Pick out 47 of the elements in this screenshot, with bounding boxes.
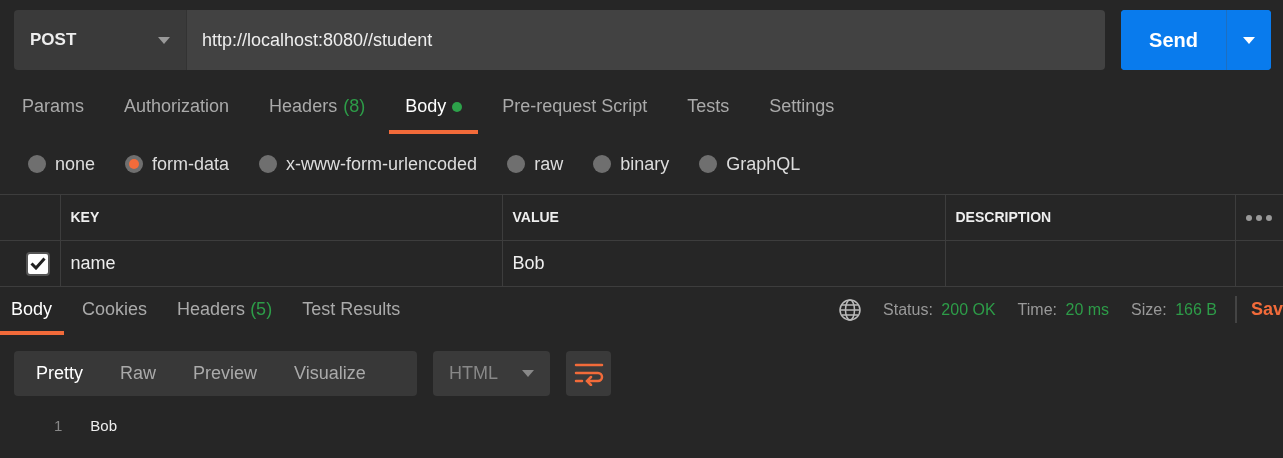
line-number: 1 (54, 416, 63, 436)
table-cell: name (70, 253, 116, 273)
meta-label: Time: (1017, 299, 1057, 320)
request-tab[interactable]: Authorization (108, 93, 246, 134)
request-tab[interactable]: Body (389, 93, 479, 134)
body-type-option[interactable]: binary (593, 150, 670, 178)
more-options-icon[interactable] (1245, 214, 1272, 221)
caret-icon (1243, 36, 1255, 44)
body-type-option[interactable]: form-data (125, 150, 230, 178)
meta-label: Size: (1131, 299, 1167, 320)
view-mode-button[interactable]: Visualize (282, 360, 388, 387)
view-mode-button[interactable]: Pretty (24, 360, 105, 387)
save-response-link[interactable]: Sav (1234, 296, 1283, 323)
globe-icon[interactable] (839, 298, 861, 321)
url-field[interactable]: http://localhost:8080//student (187, 10, 1105, 70)
meta-label: Status: (883, 299, 933, 320)
request-tab[interactable]: Tests (671, 93, 746, 134)
code-text: Bob (90, 416, 118, 436)
column-header: KEY (60, 194, 502, 241)
caret-icon (158, 36, 170, 44)
column-header: VALUE (502, 194, 945, 241)
caret-icon (522, 370, 534, 377)
method-dropdown[interactable]: POST (14, 10, 187, 70)
response-tab[interactable]: Test Results (290, 296, 413, 335)
request-tab[interactable]: Headers (8) (253, 93, 382, 134)
checkmark-icon (30, 257, 46, 270)
meta-value: 20 ms (1065, 299, 1110, 320)
response-tab[interactable]: Cookies (70, 296, 160, 335)
request-tab[interactable]: Params (6, 93, 100, 134)
body-type-option[interactable]: raw (507, 150, 564, 178)
table-cell: Bob (512, 253, 545, 273)
response-tab[interactable]: Headers (5) (165, 296, 285, 335)
view-mode-button[interactable]: Preview (181, 360, 280, 387)
request-tab[interactable]: Pre-request Script (486, 93, 664, 134)
view-mode-button[interactable]: Raw (108, 360, 179, 387)
body-type-option[interactable]: none (28, 150, 96, 178)
response-tab[interactable]: Body (0, 296, 65, 335)
meta-value: 200 OK (941, 299, 996, 320)
column-header: DESCRIPTION (945, 194, 1235, 241)
wrap-lines-button[interactable] (566, 351, 611, 396)
checkbox[interactable] (26, 251, 50, 276)
wrap-icon (573, 361, 604, 386)
status-dot-icon (452, 101, 463, 112)
body-type-option[interactable]: x-www-form-urlencoded (259, 150, 478, 178)
request-tab[interactable]: Settings (753, 93, 851, 134)
meta-value: 166 B (1175, 299, 1217, 320)
body-type-option[interactable]: GraphQL (699, 150, 801, 178)
